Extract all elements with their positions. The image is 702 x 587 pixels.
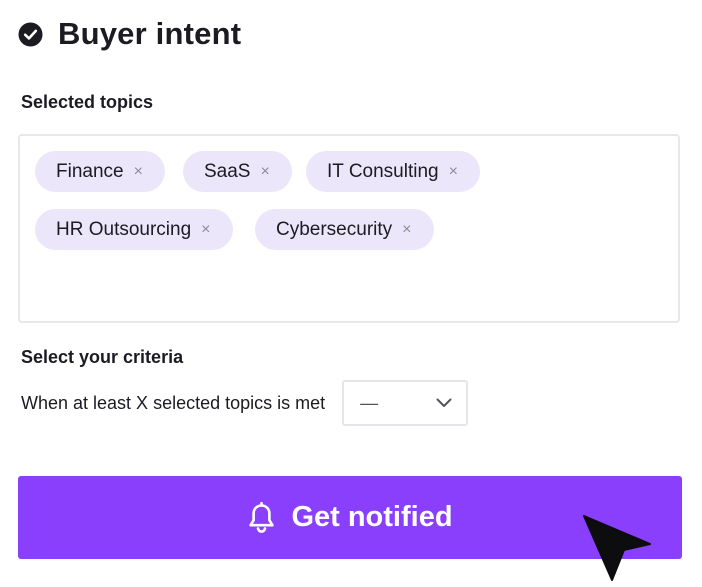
select-value: — <box>360 392 379 413</box>
topics-box[interactable]: Finance × SaaS × IT Consulting × HR Outs… <box>18 134 680 323</box>
topic-chip-hr-outsourcing: HR Outsourcing × <box>35 209 233 250</box>
panel-header: Buyer intent <box>18 14 241 54</box>
get-notified-button[interactable]: Get notified <box>18 476 682 559</box>
remove-topic-icon[interactable]: × <box>402 221 411 238</box>
get-notified-label: Get notified <box>291 501 453 533</box>
topic-chip-it-consulting: IT Consulting × <box>306 151 480 192</box>
topic-chip-saas: SaaS × <box>183 151 292 192</box>
remove-topic-icon[interactable]: × <box>134 163 143 180</box>
bell-icon <box>249 501 275 533</box>
topic-chip-label: SaaS <box>204 160 251 182</box>
topic-chip-label: IT Consulting <box>327 160 439 182</box>
chevron-down-icon <box>436 398 452 407</box>
criteria-row: When at least X selected topics is met — <box>21 380 469 426</box>
remove-topic-icon[interactable]: × <box>449 163 458 180</box>
remove-topic-icon[interactable]: × <box>201 221 210 238</box>
topics-count-select[interactable]: — <box>342 380 469 426</box>
topic-chip-label: Finance <box>56 160 124 182</box>
buyer-intent-panel: Buyer intent Selected topics Finance × S… <box>0 0 702 587</box>
page-title: Buyer intent <box>58 16 242 51</box>
topic-chip-label: HR Outsourcing <box>56 218 192 240</box>
check-circle-icon <box>18 22 43 46</box>
criteria-condition-text: When at least X selected topics is met <box>21 392 326 413</box>
topic-chip-label: Cybersecurity <box>276 218 393 240</box>
topic-chip-finance: Finance × <box>35 151 165 192</box>
topic-chip-cybersecurity: Cybersecurity × <box>255 209 434 250</box>
remove-topic-icon[interactable]: × <box>260 163 269 180</box>
select-criteria-label: Select your criteria <box>21 347 184 367</box>
selected-topics-label: Selected topics <box>21 92 154 112</box>
